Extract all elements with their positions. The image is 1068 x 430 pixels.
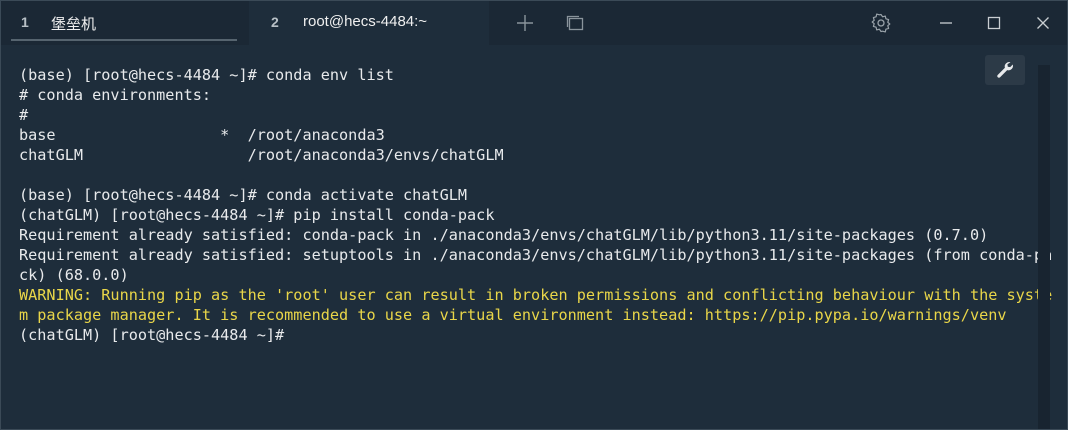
- minimize-icon[interactable]: [931, 9, 961, 37]
- tab-label: 堡垒机: [51, 16, 97, 33]
- terminal-line: #: [19, 106, 29, 124]
- plus-icon[interactable]: [510, 9, 540, 37]
- terminal-line: base * /root/anaconda3: [19, 126, 385, 144]
- terminal-content[interactable]: (base) [root@hecs-4484 ~]# conda env lis…: [1, 45, 1052, 429]
- terminal-line: chatGLM /root/anaconda3/envs/chatGLM: [19, 146, 504, 164]
- terminal-line: (base) [root@hecs-4484 ~]# conda env lis…: [19, 66, 394, 84]
- tab-number: 2: [271, 14, 279, 30]
- terminal-line: # conda environments:: [19, 86, 212, 104]
- tab-number: 1: [21, 14, 29, 30]
- tab-2-active[interactable]: 2 root@hecs-4484:~: [249, 1, 489, 45]
- title-bar: 1 堡垒机 2 root@hecs-4484:~: [1, 1, 1067, 45]
- gear-icon[interactable]: [866, 9, 896, 37]
- terminal-warning-line: WARNING: Running pip as the 'root' user …: [19, 286, 1053, 304]
- tab-1[interactable]: 1 堡垒机: [11, 1, 237, 45]
- terminal-window: 1 堡垒机 2 root@hecs-4484:~ (base) [root@he…: [0, 0, 1068, 430]
- terminal-line: Requirement already satisfied: conda-pac…: [19, 226, 989, 244]
- wrench-icon[interactable]: [985, 55, 1025, 85]
- tabs-icon[interactable]: [560, 9, 590, 37]
- scrollbar[interactable]: [1038, 65, 1050, 429]
- close-icon[interactable]: [1028, 9, 1058, 37]
- maximize-icon[interactable]: [979, 9, 1009, 37]
- tab-underline: [11, 39, 237, 41]
- terminal-line: (base) [root@hecs-4484 ~]# conda activat…: [19, 186, 468, 204]
- tab-label: root@hecs-4484:~: [303, 13, 428, 30]
- terminal-output[interactable]: (base) [root@hecs-4484 ~]# conda env lis…: [19, 65, 1052, 345]
- terminal-prompt-line: (chatGLM) [root@hecs-4484 ~]#: [19, 326, 285, 344]
- terminal-line: (chatGLM) [root@hecs-4484 ~]# pip instal…: [19, 206, 495, 224]
- terminal-warning-line: m package manager. It is recommended to …: [19, 306, 1007, 324]
- terminal-line: ck) (68.0.0): [19, 266, 129, 284]
- terminal-line: Requirement already satisfied: setuptool…: [19, 246, 1053, 264]
